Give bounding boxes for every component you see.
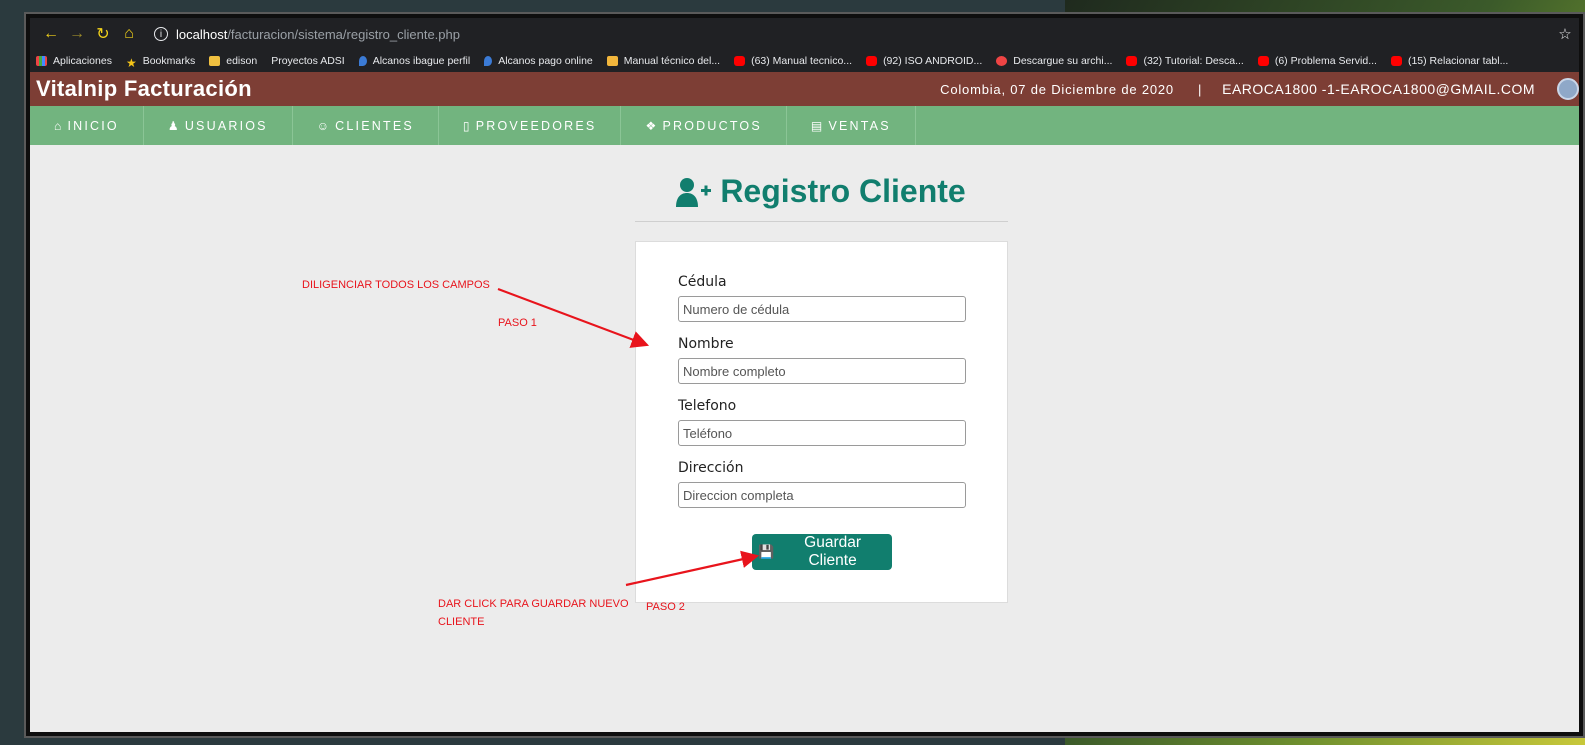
bookmark-item[interactable]: Manual técnico del...	[606, 55, 721, 67]
nombre-input[interactable]	[678, 358, 966, 384]
url-path: /facturacion/sistema/registro_cliente.ph…	[227, 26, 460, 42]
bookmark-item[interactable]: ★ Bookmarks	[125, 55, 196, 70]
step1-annotation: DILIGENCIAR TODOS LOS CAMPOS	[302, 279, 490, 291]
bookmark-label: Descargue su archi...	[1013, 55, 1113, 67]
bookmark-item[interactable]: (92) ISO ANDROID...	[866, 55, 982, 67]
cedula-label: Cédula	[678, 274, 727, 290]
main-content: Registro Cliente Cédula Nombre Telefono …	[30, 145, 1579, 705]
bookmark-youtube-icon	[866, 56, 878, 66]
bookmark-label: (92) ISO ANDROID...	[883, 55, 983, 67]
telefono-label: Telefono	[678, 398, 737, 414]
browser-viewport: ← → ↻ ⌂ i localhost/facturacion/sistema/…	[30, 18, 1579, 732]
header-separator: |	[1197, 81, 1203, 97]
save-icon: 💾	[758, 544, 775, 559]
menu-item-ventas[interactable]: ▤ VENTAS	[787, 106, 916, 145]
cedula-input[interactable]	[678, 296, 966, 322]
bookmark-label: Proyectos ADSI	[271, 55, 345, 67]
bookmark-label: edison	[226, 55, 258, 67]
bookmark-label: (6) Problema Servid...	[1274, 55, 1377, 67]
url-host: localhost	[176, 26, 228, 42]
page-title-text: Registro Cliente	[720, 173, 966, 209]
bookmark-apps-icon	[36, 56, 47, 66]
address-bar-row: ← → ↻ ⌂ i localhost/facturacion/sistema/…	[30, 18, 1579, 50]
cubes-icon: ❖	[645, 118, 659, 133]
reload-button[interactable]: ↻	[90, 24, 116, 44]
main-menu: ⌂ INICIO ♟ USUARIOS ☺ CLIENTES ▯ PROVEEDORES ❖ PR…	[30, 106, 1579, 145]
bookmark-item[interactable]: Alcanos ibague perfil	[358, 55, 471, 67]
menu-item-inicio[interactable]: ⌂ INICIO	[30, 106, 144, 145]
bookmark-label: Aplicaciones	[53, 55, 112, 67]
page-title: Registro Cliente	[676, 173, 966, 210]
bookmark-label: Alcanos ibague perfil	[372, 55, 471, 67]
building-icon: ▯	[462, 118, 472, 133]
bookmark-folder-icon	[209, 56, 221, 66]
bookmark-youtube-icon	[1390, 56, 1402, 66]
bookmark-item[interactable]: (32) Tutorial: Desca...	[1126, 55, 1244, 67]
url-field[interactable]: i localhost/facturacion/sistema/registro…	[150, 22, 1541, 46]
bookmark-drop-icon	[484, 56, 493, 66]
step1-label: PASO 1	[498, 317, 537, 329]
bookmark-youtube-icon	[1257, 56, 1269, 66]
bookmark-youtube-icon	[1126, 56, 1138, 66]
bookmark-label: (63) Manual tecnico...	[751, 55, 853, 67]
bookmark-label: (32) Tutorial: Desca...	[1143, 55, 1244, 67]
step2-annotation-line2: CLIENTE	[438, 616, 485, 628]
telefono-input[interactable]	[678, 420, 966, 446]
bookmark-item[interactable]: (6) Problema Servid...	[1257, 55, 1377, 67]
direccion-input[interactable]	[678, 482, 966, 508]
bookmark-star-icon: ★	[125, 56, 137, 70]
back-button[interactable]: ←	[38, 25, 64, 43]
save-client-button[interactable]: 💾 Guardar Cliente	[752, 534, 892, 570]
menu-item-clientes[interactable]: ☺ CLIENTES	[293, 106, 439, 145]
user-icon: ☺	[316, 118, 332, 133]
menu-item-label: VENTAS	[828, 118, 891, 133]
bookmark-item[interactable]: Descargue su archi...	[996, 55, 1112, 67]
bookmark-star-icon[interactable]: ☆	[1551, 25, 1579, 43]
bookmark-item[interactable]: (15) Relacionar tabl...	[1390, 55, 1509, 67]
menu-item-label: PRODUCTOS	[662, 118, 762, 133]
menu-item-productos[interactable]: ❖ PRODUCTOS	[621, 106, 787, 145]
bookmark-label: Alcanos pago online	[498, 55, 593, 67]
title-divider	[635, 221, 1008, 222]
home-icon: ⌂	[54, 118, 64, 133]
bookmark-item[interactable]: Aplicaciones	[36, 55, 112, 67]
bookmark-label: (15) Relacionar tabl...	[1407, 55, 1509, 67]
menu-item-usuarios[interactable]: ♟ USUARIOS	[144, 106, 293, 145]
bookmark-drop-icon	[358, 56, 367, 66]
menu-item-label: INICIO	[67, 118, 119, 133]
brand-title: Vitalnip Facturación	[36, 76, 252, 101]
bookmark-item[interactable]: (63) Manual tecnico...	[734, 55, 852, 67]
browser-window: ← → ↻ ⌂ i localhost/facturacion/sistema/…	[24, 12, 1585, 738]
user-plus-icon	[676, 177, 712, 207]
avatar[interactable]	[1557, 78, 1579, 100]
step2-label: PASO 2	[646, 601, 685, 613]
step2-annotation-line1: DAR CLICK PARA GUARDAR NUEVO	[438, 598, 629, 610]
save-client-label: Guardar Cliente	[804, 534, 862, 569]
file-icon: ▤	[810, 118, 825, 133]
bookmark-download-icon	[996, 56, 1008, 66]
bookmark-label: Manual técnico del...	[623, 55, 721, 67]
app-header: Vitalnip Facturación Colombia, 07 de Dic…	[30, 72, 1579, 106]
menu-item-label: USUARIOS	[184, 118, 268, 133]
direccion-label: Dirección	[678, 460, 744, 476]
forward-button[interactable]: →	[64, 25, 90, 43]
client-form: Cédula Nombre Telefono Dirección 💾 Guard…	[635, 241, 1008, 603]
nombre-label: Nombre	[678, 336, 734, 352]
bookmark-item[interactable]: Proyectos ADSI	[271, 55, 345, 67]
bookmark-youtube-icon	[734, 56, 746, 66]
home-button[interactable]: ⌂	[116, 25, 142, 43]
users-icon: ♟	[167, 118, 181, 133]
bookmarks-bar: Aplicaciones ★ Bookmarks edison Proyectos AD…	[30, 50, 1579, 72]
bookmark-doc-icon	[606, 56, 618, 66]
bookmark-item[interactable]: edison	[209, 55, 257, 67]
header-date: Colombia, 07 de Diciembre de 2020	[940, 81, 1174, 97]
menu-item-label: CLIENTES	[335, 118, 414, 133]
bookmark-label: Bookmarks	[142, 55, 196, 67]
menu-item-label: PROVEEDORES	[475, 118, 597, 133]
header-user: EAROCA1800 -1-EAROCA1800@GMAIL.COM	[1222, 81, 1535, 97]
info-icon[interactable]: i	[154, 27, 168, 41]
bookmark-item[interactable]: Alcanos pago online	[484, 55, 593, 67]
menu-item-proveedores[interactable]: ▯ PROVEEDORES	[439, 106, 622, 145]
